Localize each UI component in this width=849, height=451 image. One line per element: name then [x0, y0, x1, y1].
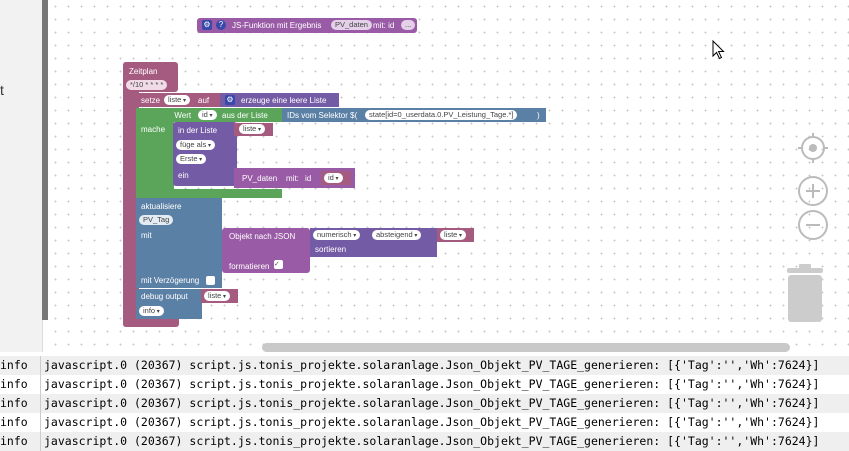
selector-label: IDs vom Selektor $( [287, 111, 358, 120]
call-function-label: PV_daten [242, 174, 278, 183]
gear-icon[interactable]: ⚙ [225, 95, 235, 105]
selector-input[interactable]: state[id=0_userdata.0.PV_Leistung_Tage.*… [365, 110, 518, 120]
function-header-label: JS-Funktion mit Ergebnis [232, 21, 322, 30]
call-id-variable-block[interactable]: id [321, 171, 351, 185]
log-severity: info [0, 413, 41, 432]
set-variable-block[interactable]: setze liste auf [136, 93, 220, 107]
debug-variable-dropdown[interactable]: liste [204, 291, 231, 301]
log-panel: info javascript.0 (20367) script.js.toni… [0, 353, 849, 451]
formatted-label: formatieren [229, 262, 270, 271]
log-message: javascript.0 (20367) script.js.tonis_pro… [44, 396, 820, 410]
delay-checkbox[interactable] [206, 276, 215, 285]
function-name-field[interactable]: PV_daten [331, 20, 372, 30]
debug-variable-block[interactable]: liste [201, 289, 238, 303]
set-label: setze [141, 96, 161, 105]
in-list-variable-block[interactable]: liste [234, 123, 273, 136]
zoom-in-icon[interactable] [797, 175, 829, 207]
json-object-block[interactable]: Objekt nach JSON formatieren ✓ [222, 228, 310, 273]
formatted-checkbox[interactable]: ✓ [274, 260, 283, 269]
function-more-field[interactable]: ... [401, 20, 416, 30]
debug-output-block[interactable]: debug output info [136, 289, 202, 319]
update-target-field[interactable]: PV_Tag [139, 215, 174, 225]
sort-order-dropdown[interactable]: absteigend [372, 230, 422, 240]
debug-level-dropdown[interactable]: info [139, 306, 164, 316]
log-severity: info [0, 432, 41, 451]
log-row: info javascript.0 (20367) script.js.toni… [0, 432, 849, 451]
selector-end-label: ) [537, 111, 540, 120]
from-list-label: aus der Liste [222, 111, 268, 120]
json-object-label: Objekt nach JSON [229, 232, 296, 241]
call-id-variable-dropdown[interactable]: id [324, 173, 343, 183]
log-row: info javascript.0 (20367) script.js.toni… [0, 394, 849, 413]
create-list-label: erzeuge eine leere Liste [241, 96, 327, 105]
set-to-label: auf [198, 96, 210, 105]
in-list-variable-dropdown[interactable]: liste [239, 124, 266, 134]
sort-list-variable-block[interactable]: liste [437, 228, 474, 242]
foreach-body: mache [136, 108, 174, 198]
log-message: javascript.0 (20367) script.js.tonis_pro… [44, 377, 820, 391]
function-definition-block[interactable]: ⚙ ? JS-Funktion mit Ergebnis PV_daten mi… [197, 18, 417, 33]
log-row: info javascript.0 (20367) script.js.toni… [0, 356, 849, 375]
create-list-block[interactable]: ⚙ erzeuge eine leere Liste [220, 93, 339, 107]
schedule-label: Zeitplan [129, 67, 158, 76]
sort-type-dropdown[interactable]: numerisch [313, 230, 361, 240]
log-severity: info [0, 375, 41, 394]
foreach-variable-dropdown[interactable]: id [198, 110, 217, 120]
cron-field[interactable]: */10 * * * * [126, 80, 168, 90]
workspace-horizontal-scrollbar[interactable] [262, 343, 790, 352]
debug-label: debug output [141, 292, 188, 301]
log-row: info javascript.0 (20367) script.js.toni… [0, 375, 849, 394]
log-message: javascript.0 (20367) script.js.tonis_pro… [44, 358, 820, 372]
call-id-label: id [305, 174, 312, 183]
do-label: mache [141, 125, 166, 134]
sidebar-text: t [0, 82, 4, 98]
call-with-label: mit: [286, 174, 299, 183]
update-with-label: mit [141, 231, 152, 240]
set-variable-dropdown[interactable]: liste [164, 95, 191, 105]
log-severity: info [0, 394, 41, 413]
selector-block[interactable]: IDs vom Selektor $( state[id=0_userdata.… [282, 108, 546, 122]
insert-position-dropdown[interactable]: Erste [176, 154, 207, 164]
log-message: javascript.0 (20367) script.js.tonis_pro… [44, 415, 820, 429]
update-block[interactable]: aktualisiere PV_Tag mit mit Verzögerung [136, 198, 222, 288]
log-row: info javascript.0 (20367) script.js.toni… [0, 413, 849, 432]
schedule-header[interactable]: Zeitplan */10 * * * * [123, 62, 178, 92]
zoom-out-icon[interactable] [797, 209, 829, 241]
in-list-label: in der Liste [178, 126, 218, 135]
left-panel: t [0, 0, 43, 352]
delay-label: mit Verzögerung [141, 276, 200, 285]
schedule-footer [123, 318, 179, 327]
help-icon[interactable]: ? [216, 20, 226, 30]
function-param-label: mit: id [373, 21, 395, 30]
log-severity: info [0, 356, 41, 375]
list-insert-block[interactable]: in der Liste füge als Erste ein [173, 122, 237, 186]
trash-icon[interactable] [783, 262, 827, 324]
log-message: javascript.0 (20367) script.js.tonis_pro… [44, 434, 820, 448]
sort-block[interactable]: numerisch absteigend sortieren [310, 228, 437, 257]
mouse-cursor-icon [712, 40, 725, 60]
left-scrollbar[interactable] [42, 0, 48, 320]
update-label: aktualisiere [141, 202, 182, 211]
in-label: ein [178, 171, 189, 180]
gear-icon[interactable]: ⚙ [202, 20, 212, 30]
insert-mode-dropdown[interactable]: füge als [176, 140, 215, 150]
foreach-footer [136, 189, 282, 198]
sort-list-variable-dropdown[interactable]: liste [440, 230, 467, 240]
sorted-label: sortieren [315, 245, 347, 254]
recenter-icon[interactable] [797, 132, 829, 164]
